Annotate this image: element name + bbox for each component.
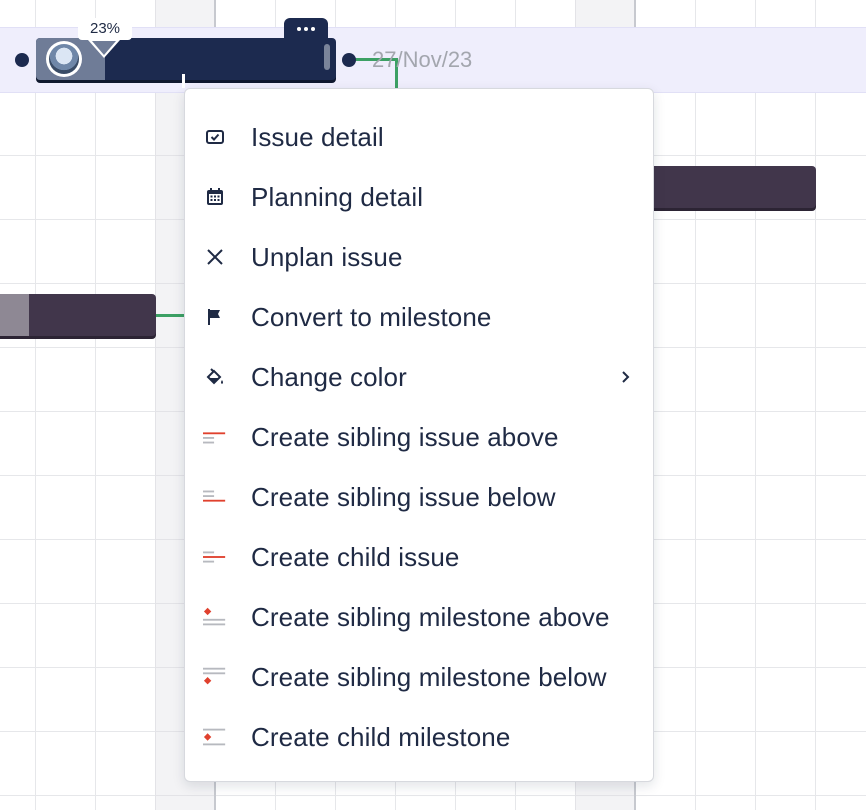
flag-icon [203,305,227,329]
menu-item-label: Create sibling issue below [251,481,556,512]
dependency-line [154,314,186,317]
task-bar[interactable] [0,294,156,336]
menu-item-label: Create child issue [251,541,460,572]
calendar-icon [203,185,227,209]
dot-icon [304,27,308,31]
chevron-right-icon [619,370,633,384]
menu-item-unplan-issue[interactable]: Unplan issue [185,227,653,287]
menu-item-create-sibling-milestone-below[interactable]: Create sibling milestone below [185,647,653,707]
menu-item-label: Change color [251,361,407,392]
menu-item-label: Create child milestone [251,721,511,752]
sibling-milestone-above-icon [203,605,227,629]
dot-icon [297,27,301,31]
progress-drag-handle[interactable] [88,40,120,58]
menu-item-label: Create sibling milestone below [251,661,607,692]
progress-badge: 23% [78,18,132,40]
menu-item-create-child-issue[interactable]: Create child issue [185,527,653,587]
menu-item-create-child-milestone[interactable]: Create child milestone [185,707,653,767]
menu-item-create-sibling-milestone-above[interactable]: Create sibling milestone above [185,587,653,647]
issue-detail-icon [203,125,227,149]
menu-item-label: Planning detail [251,181,424,212]
menu-item-create-sibling-issue-above[interactable]: Create sibling issue above [185,407,653,467]
menu-item-label: Create sibling milestone above [251,601,610,632]
menu-item-label: Convert to milestone [251,301,492,332]
dependency-handle-end[interactable] [342,53,356,67]
child-issue-icon [203,545,227,569]
resize-handle[interactable] [324,44,330,70]
avatar [46,41,82,77]
menu-item-issue-detail[interactable]: Issue detail [185,107,653,167]
due-date-label: 27/Nov/23 [372,47,473,72]
menu-item-label: Issue detail [251,121,384,152]
sibling-issue-below-icon [203,485,227,509]
close-icon [203,245,227,269]
task-progress-fill [0,294,29,336]
more-options-button[interactable] [284,18,328,40]
dependency-handle-start[interactable] [15,53,29,67]
dot-icon [311,27,315,31]
menu-item-change-color[interactable]: Change color [185,347,653,407]
paint-bucket-icon [203,365,227,389]
selected-task-bar[interactable] [36,38,336,80]
menu-item-label: Unplan issue [251,241,403,272]
menu-item-planning-detail[interactable]: Planning detail [185,167,653,227]
menu-item-label: Create sibling issue above [251,421,559,452]
task-bar[interactable] [640,166,816,208]
sibling-milestone-below-icon [203,665,227,689]
sibling-issue-above-icon [203,425,227,449]
menu-item-convert-to-milestone[interactable]: Convert to milestone [185,287,653,347]
menu-item-create-sibling-issue-below[interactable]: Create sibling issue below [185,467,653,527]
child-milestone-icon [203,725,227,749]
context-menu: Issue detail Planning detail Unplan issu… [184,88,654,782]
progress-tick [182,74,185,88]
